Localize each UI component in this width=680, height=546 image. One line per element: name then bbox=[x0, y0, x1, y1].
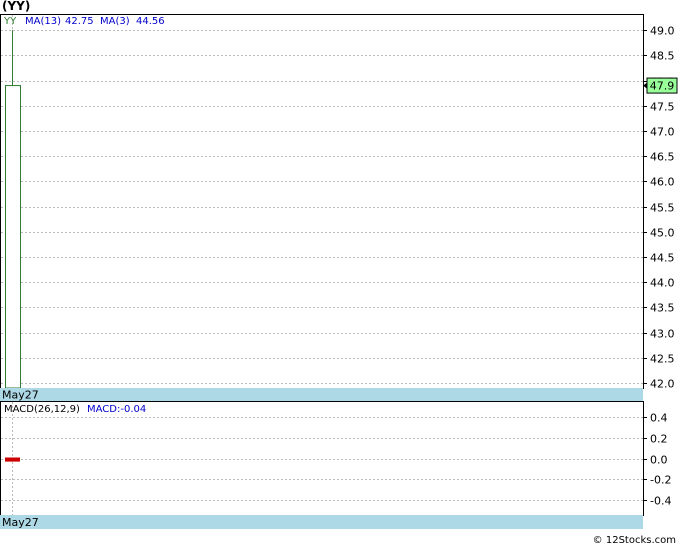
price-panel bbox=[0, 14, 644, 389]
price-tick-label: 47.0 bbox=[650, 126, 675, 139]
macd-tick-label: -0.4 bbox=[650, 495, 671, 508]
price-tick-label: 44.5 bbox=[650, 252, 675, 265]
macd-tick-label: -0.2 bbox=[650, 474, 671, 487]
price-tick-label: 43.5 bbox=[650, 302, 675, 315]
macd-axis: 0.4 0.2 0.0 -0.2 -0.4 bbox=[643, 412, 671, 508]
date-label-macd: May27 bbox=[2, 516, 39, 529]
macd-legend-value: MACD:-0.04 bbox=[87, 404, 146, 415]
price-tick-label: 45.5 bbox=[650, 202, 675, 215]
last-price-label: 47.9 bbox=[650, 80, 675, 93]
price-tick-label: 49.0 bbox=[650, 25, 675, 38]
legend-ma3-label: MA(3) bbox=[100, 16, 130, 27]
price-tick-label: 46.0 bbox=[650, 176, 675, 189]
macd-series bbox=[5, 457, 20, 462]
date-band-macd bbox=[0, 515, 643, 529]
date-label-price: May27 bbox=[2, 389, 39, 402]
legend-ma3-value: 44.56 bbox=[136, 16, 165, 27]
price-tick-label: 44.0 bbox=[650, 277, 675, 290]
price-tick-label: 43.0 bbox=[650, 328, 675, 341]
macd-tick-label: 0.2 bbox=[650, 433, 668, 446]
price-tick-label: 46.5 bbox=[650, 151, 675, 164]
chart-canvas: 42.0 42.5 43.0 43.5 44.0 44.5 45.0 45.5 46.0 46.5… bbox=[0, 14, 678, 529]
price-tick-label: 42.5 bbox=[650, 353, 675, 366]
date-band-price bbox=[0, 388, 643, 401]
price-tick-label: 48.5 bbox=[650, 50, 675, 63]
legend-ma13-value: 42.75 bbox=[65, 16, 94, 27]
legend-symbol: YY bbox=[3, 16, 17, 27]
macd-panel bbox=[0, 401, 644, 516]
macd-tick-label: 0.4 bbox=[650, 412, 668, 425]
price-tick-label: 45.0 bbox=[650, 227, 675, 240]
macd-legend-label: MACD(26,12,9) bbox=[4, 404, 80, 415]
legend-ma13-label: MA(13) bbox=[25, 16, 61, 27]
macd-tick-label: 0.0 bbox=[650, 454, 668, 467]
footer-credit: © 12Stocks.com bbox=[592, 535, 676, 546]
price-tick-label: 42.0 bbox=[650, 378, 675, 391]
macd-bar bbox=[5, 457, 20, 462]
price-tick-label: 47.5 bbox=[650, 101, 675, 114]
last-price-marker: 47.9 bbox=[646, 77, 678, 94]
candle-body bbox=[5, 85, 21, 389]
